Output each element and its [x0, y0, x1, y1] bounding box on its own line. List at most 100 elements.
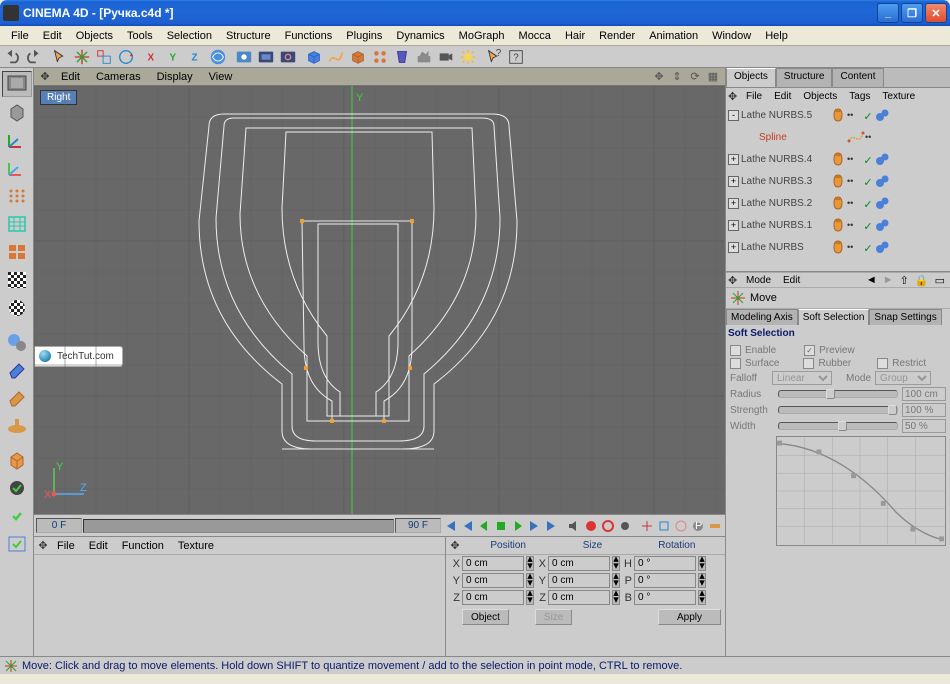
- play-rev[interactable]: [476, 518, 492, 534]
- material-menu-file[interactable]: File: [50, 539, 82, 553]
- material-menu-texture[interactable]: Texture: [171, 539, 221, 553]
- size-Z-spinner[interactable]: ▴▾: [612, 590, 620, 605]
- snap-3d[interactable]: [2, 531, 32, 557]
- object-mode[interactable]: [2, 99, 32, 125]
- tree-expand[interactable]: +: [728, 242, 739, 253]
- material-menu-edit[interactable]: Edit: [82, 539, 115, 553]
- maximize-button[interactable]: ❐: [901, 3, 923, 23]
- y-axis-lock[interactable]: Y: [163, 47, 185, 67]
- falloff-select[interactable]: Linear: [772, 371, 832, 385]
- enable-checkbox[interactable]: [730, 345, 741, 356]
- attr-tab-soft-selection[interactable]: Soft Selection: [798, 309, 870, 325]
- environment-tool[interactable]: [413, 47, 435, 67]
- layer-dots[interactable]: ••: [847, 220, 857, 230]
- menu-help[interactable]: Help: [758, 28, 795, 44]
- falloff-graph[interactable]: [776, 436, 946, 546]
- tree-expand[interactable]: -: [728, 110, 739, 121]
- object-name[interactable]: Lathe NURBS.2: [741, 198, 829, 209]
- camera-tool[interactable]: [435, 47, 457, 67]
- render-picture[interactable]: [255, 47, 277, 67]
- menu-mocca[interactable]: Mocca: [512, 28, 558, 44]
- next-key[interactable]: [527, 518, 543, 534]
- rotate-tool[interactable]: [115, 47, 137, 67]
- close-button[interactable]: ✕: [925, 3, 947, 23]
- key-param[interactable]: P: [690, 518, 706, 534]
- size-mode-button[interactable]: Size: [535, 609, 572, 625]
- pos-Z-spinner[interactable]: ▴▾: [526, 590, 534, 605]
- record[interactable]: [583, 518, 599, 534]
- obj-menu-tags[interactable]: Tags: [843, 90, 876, 103]
- object-name[interactable]: Lathe NURBS.3: [741, 176, 829, 187]
- layer-dots[interactable]: ••: [847, 198, 857, 208]
- tree-row[interactable]: +Lathe NURBS.2 •• ✓: [726, 192, 950, 214]
- timeline-slider[interactable]: [83, 519, 394, 533]
- redo-button[interactable]: [23, 47, 45, 67]
- move-tool[interactable]: [71, 47, 93, 67]
- coord-menu-icon[interactable]: ✥: [448, 539, 462, 552]
- rot-P-spinner[interactable]: ▴▾: [698, 573, 706, 588]
- menu-edit[interactable]: Edit: [36, 28, 69, 44]
- tree-row[interactable]: +Lathe NURBS.1 •• ✓: [726, 214, 950, 236]
- viewport-pan-icon[interactable]: ✥: [651, 70, 667, 83]
- goto-end[interactable]: [544, 518, 560, 534]
- key-pos[interactable]: [639, 518, 655, 534]
- z-axis-lock[interactable]: Z: [185, 47, 207, 67]
- menu-render[interactable]: Render: [592, 28, 642, 44]
- play-fwd[interactable]: [510, 518, 526, 534]
- radius-slider[interactable]: [778, 390, 898, 398]
- attr-new-icon[interactable]: ▭: [932, 274, 948, 287]
- coord-system[interactable]: [207, 47, 229, 67]
- layer-dots[interactable]: ••: [847, 242, 857, 252]
- layer-dots[interactable]: ••: [847, 110, 857, 120]
- stop[interactable]: [493, 518, 509, 534]
- array-tool[interactable]: [369, 47, 391, 67]
- phong-tag[interactable]: [875, 152, 889, 166]
- pos-X-spinner[interactable]: ▴▾: [526, 556, 534, 571]
- menu-tools[interactable]: Tools: [120, 28, 160, 44]
- layer-dots[interactable]: ••: [865, 132, 875, 142]
- spray-tool[interactable]: [2, 385, 32, 411]
- attr-nav-up-icon[interactable]: ⇧: [897, 274, 912, 287]
- menu-mograph[interactable]: MoGraph: [452, 28, 512, 44]
- pos-X-input[interactable]: [462, 556, 524, 571]
- uv-mode[interactable]: [2, 295, 32, 321]
- viewport[interactable]: Right TechTut.com Y: [34, 86, 725, 514]
- width-slider[interactable]: [778, 422, 898, 430]
- scale-tool[interactable]: [93, 47, 115, 67]
- viewport-layout-icon[interactable]: ▦: [705, 70, 721, 83]
- menu-window[interactable]: Window: [705, 28, 758, 44]
- attr-menu-edit[interactable]: Edit: [777, 274, 806, 287]
- size-Z-input[interactable]: [548, 590, 610, 605]
- menu-functions[interactable]: Functions: [278, 28, 340, 44]
- phong-tag[interactable]: [875, 196, 889, 210]
- key-scale[interactable]: [656, 518, 672, 534]
- snap-disable[interactable]: [2, 503, 32, 529]
- visible-editor[interactable]: ✓: [863, 198, 873, 208]
- visible-editor[interactable]: ✓: [863, 154, 873, 164]
- autokey[interactable]: [600, 518, 616, 534]
- visible-editor[interactable]: ✓: [863, 220, 873, 230]
- strength-input[interactable]: [902, 403, 946, 417]
- rot-H-input[interactable]: [634, 556, 696, 571]
- object-name[interactable]: Lathe NURBS.1: [741, 220, 829, 231]
- erase-tool[interactable]: [2, 357, 32, 383]
- obj-menu-file[interactable]: File: [740, 90, 768, 103]
- strength-slider[interactable]: [778, 406, 898, 414]
- spline-tool[interactable]: [325, 47, 347, 67]
- help-button[interactable]: ?: [505, 47, 527, 67]
- default-tool[interactable]: [2, 329, 32, 355]
- key-pla[interactable]: [707, 518, 723, 534]
- attr-tab-modeling-axis[interactable]: Modeling Axis: [726, 309, 798, 325]
- phong-tag[interactable]: [875, 174, 889, 188]
- tree-row[interactable]: +Lathe NURBS.4 •• ✓: [726, 148, 950, 170]
- snap-enable[interactable]: [2, 475, 32, 501]
- tree-row[interactable]: +Lathe NURBS •• ✓: [726, 236, 950, 258]
- rot-B-input[interactable]: [634, 590, 696, 605]
- visible-editor[interactable]: ✓: [863, 176, 873, 186]
- viewport-menu-edit[interactable]: Edit: [54, 70, 87, 84]
- texture-mode[interactable]: [2, 267, 32, 293]
- primitive-cube[interactable]: [303, 47, 325, 67]
- attr-menu-icon[interactable]: ✥: [728, 274, 740, 287]
- menu-selection[interactable]: Selection: [160, 28, 219, 44]
- object-mode-button[interactable]: Object: [462, 609, 509, 625]
